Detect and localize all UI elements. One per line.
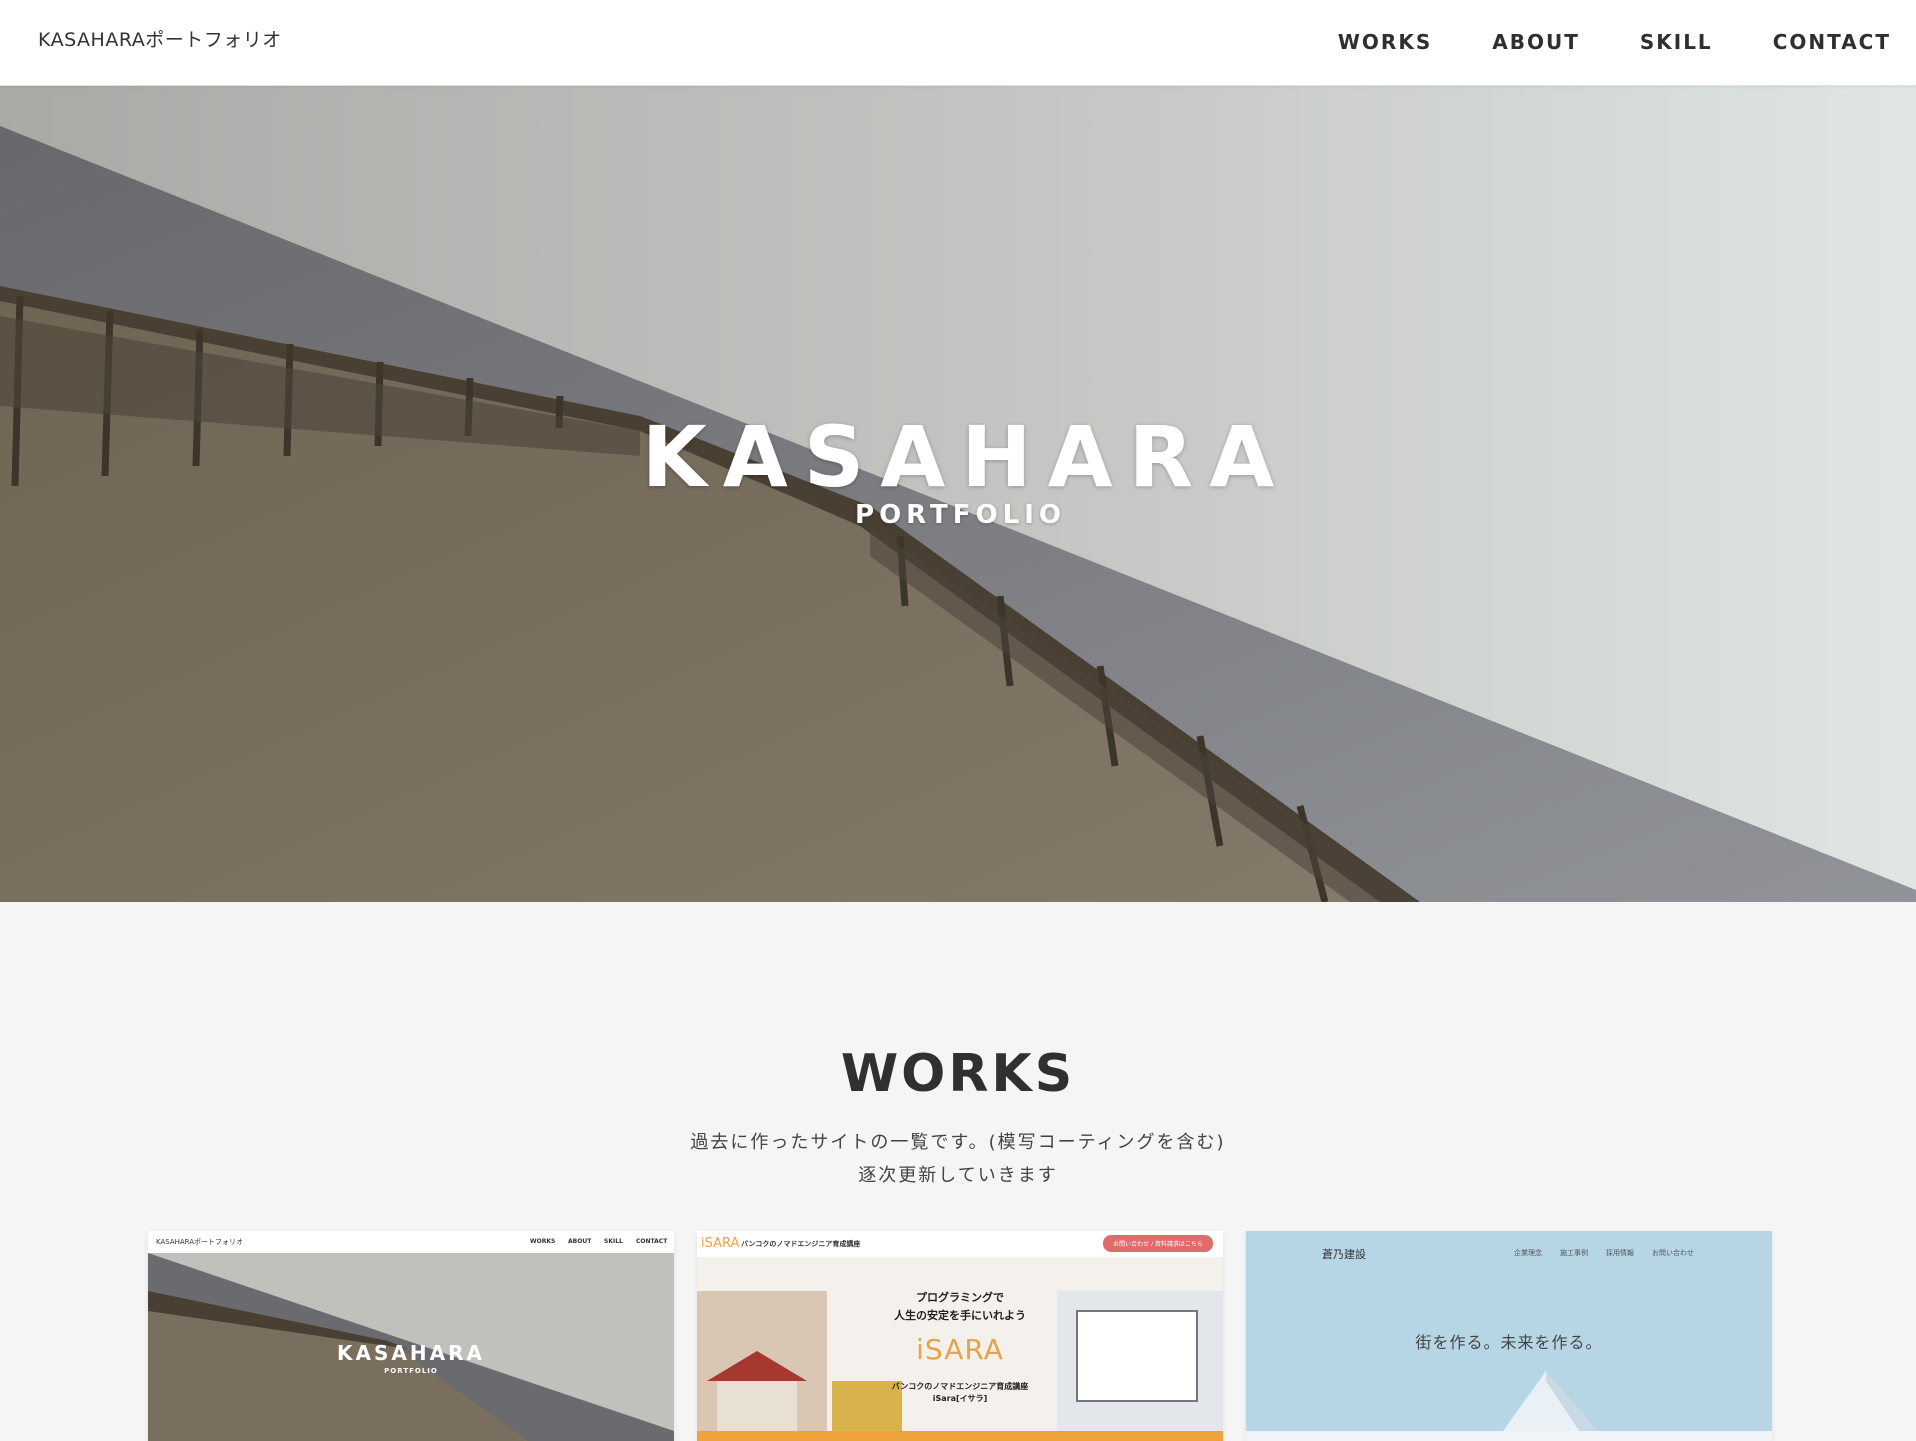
card3-nav-cases: 施工事例: [1560, 1249, 1588, 1257]
hero-section: KASAHARA PORTFOLIO: [0, 86, 1916, 902]
card1-nav-about: ABOUT: [568, 1238, 592, 1245]
card-thumbnail-image: [148, 1231, 674, 1441]
nav-works-link[interactable]: WORKS: [1338, 30, 1432, 54]
main-nav: WORKS ABOUT SKILL CONTACT: [1278, 0, 1891, 84]
card1-nav-contact: CONTACT: [636, 1238, 668, 1245]
nav-about-link[interactable]: ABOUT: [1492, 30, 1580, 54]
nav-skill-link[interactable]: SKILL: [1640, 30, 1713, 54]
card2-heading: バンコクのノマドエンジニア育成講座: [741, 1240, 861, 1248]
card2-brand: iSARA: [916, 1333, 1004, 1366]
card3-logo: 蒼乃建設: [1322, 1248, 1366, 1261]
card2-caption-line-2: iSara[イサラ]: [932, 1394, 988, 1403]
card1-logo: KASAHARAポートフォリオ: [156, 1238, 244, 1246]
works-section: WORKS 過去に作ったサイトの一覧です。(模写コーティングを含む) 逐次更新し…: [0, 902, 1916, 1441]
work-card-isara[interactable]: iSARA バンコクのノマドエンジニア育成講座 お問い合わせ / 資料請求はこち…: [697, 1231, 1223, 1441]
card2-copy-line-2: 人生の安定を手にいれよう: [894, 1309, 1026, 1322]
site-logo[interactable]: KASAHARAポートフォリオ: [38, 0, 282, 80]
card3-tagline: 街を作る。未来を作る。: [1415, 1333, 1603, 1352]
works-desc-line-1: 過去に作ったサイトの一覧です。(模写コーティングを含む): [690, 1132, 1226, 1153]
nav-contact-link[interactable]: CONTACT: [1773, 30, 1891, 54]
hero-title: KASAHARA: [641, 408, 1291, 506]
card1-nav-skill: SKILL: [604, 1238, 623, 1245]
work-card-portfolio[interactable]: KASAHARAポートフォリオ WORKS ABOUT SKILL CONTAC…: [148, 1231, 674, 1441]
card2-copy-line-1: プログラミングで: [916, 1291, 1004, 1304]
card3-nav-recruit: 採用情報: [1606, 1249, 1634, 1257]
hero-subtitle: PORTFOLIO: [855, 500, 1066, 530]
works-description: 過去に作ったサイトの一覧です。(模写コーティングを含む) 逐次更新していきます: [0, 1126, 1916, 1192]
works-heading: WORKS: [840, 1044, 1076, 1104]
card3-nav-contact: お問い合わせ: [1652, 1249, 1694, 1257]
card2-caption-line-1: バンコクのノマドエンジニア育成講座: [891, 1382, 1029, 1391]
work-card-aono-kensetsu[interactable]: 蒼乃建設 企業理念 施工事例 採用情報 お問い合わせ 街を作る。未来を作る。: [1246, 1231, 1772, 1441]
works-desc-line-2: 逐次更新していきます: [858, 1165, 1058, 1186]
card1-nav-works: WORKS: [530, 1238, 556, 1245]
card1-title: KASAHARA: [337, 1341, 485, 1365]
card1-subtitle: PORTFOLIO: [384, 1367, 438, 1375]
card2-logo: iSARA: [701, 1236, 740, 1251]
site-header: KASAHARAポートフォリオ WORKS ABOUT SKILL CONTAC…: [0, 0, 1916, 86]
card3-nav-philosophy: 企業理念: [1514, 1249, 1542, 1257]
card2-cta-button: お問い合わせ / 資料請求はこちら: [1113, 1241, 1203, 1248]
